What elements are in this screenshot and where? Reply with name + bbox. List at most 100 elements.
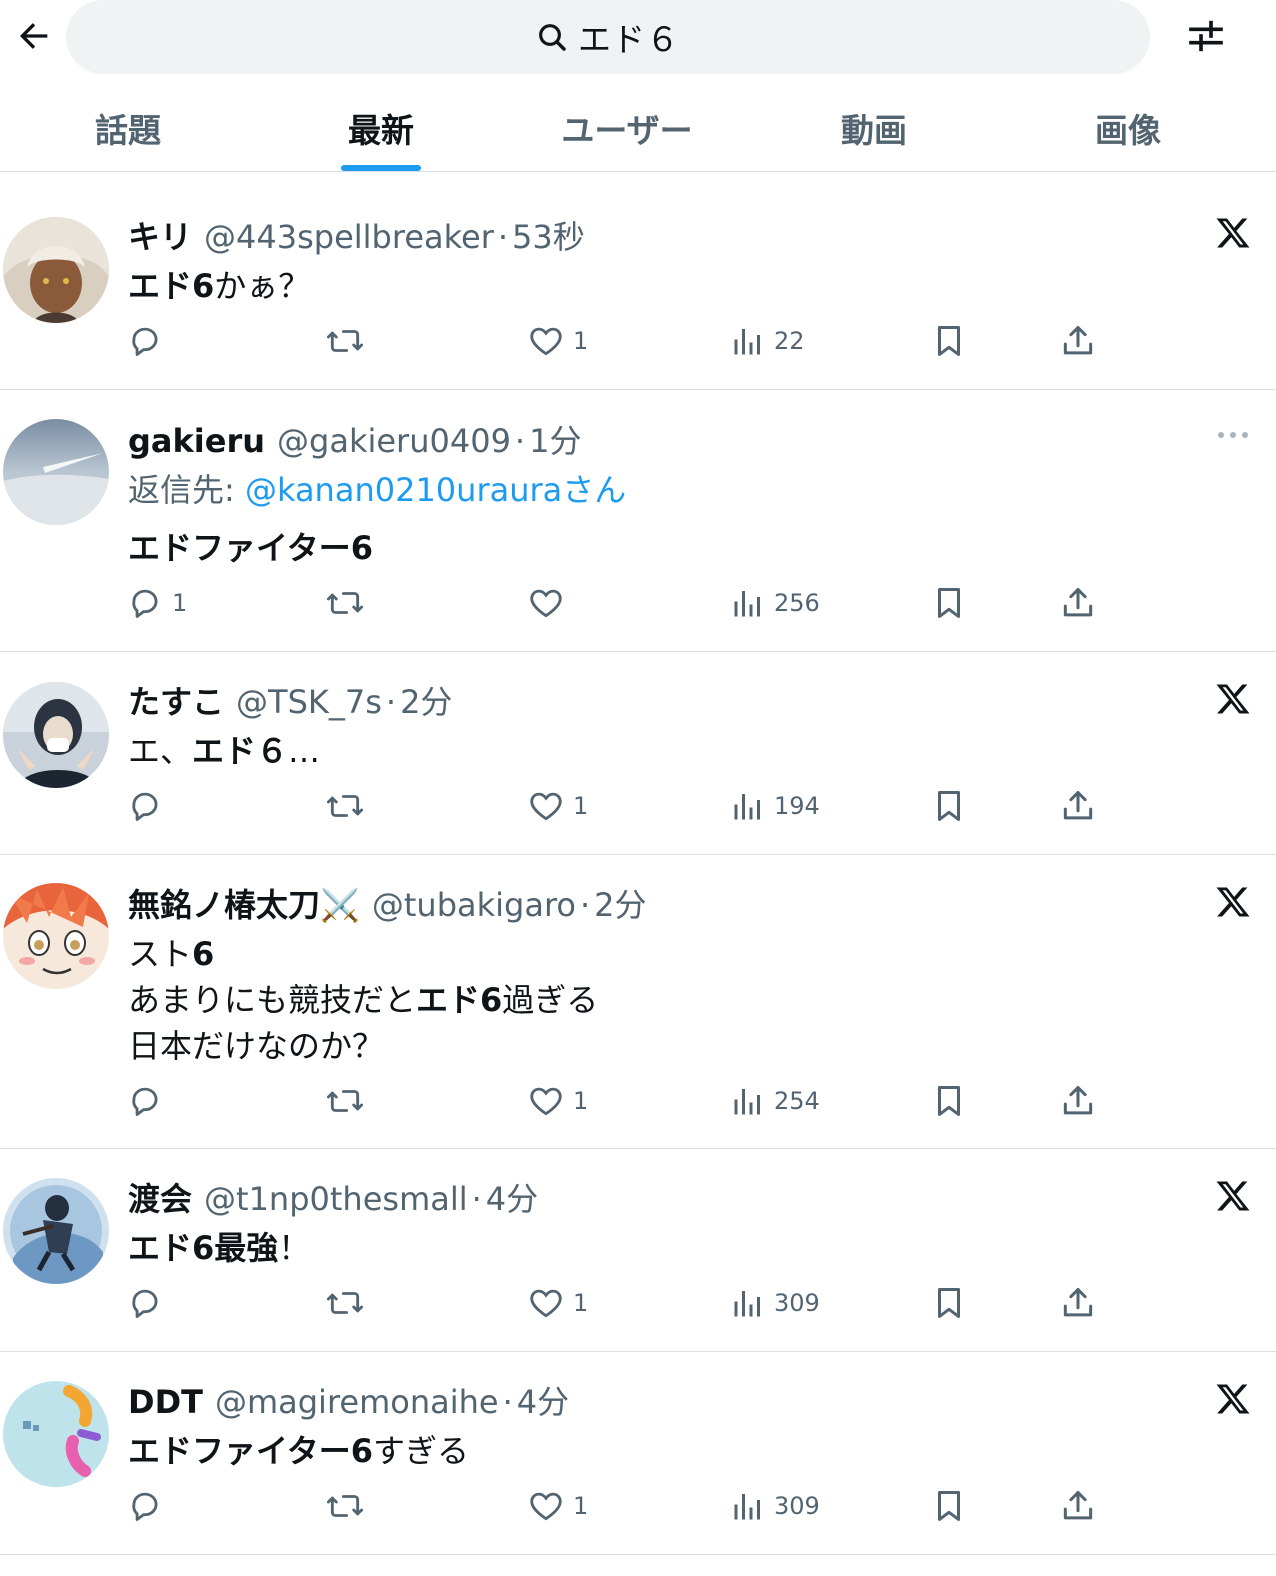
like-button[interactable]: 1 [527,1486,588,1526]
views-button[interactable]: 194 [730,786,820,826]
post[interactable]: gakieru @gakieru0409 · 1分 返信先: @kanan021… [0,390,1276,652]
views-button[interactable]: 256 [730,583,820,623]
reply-icon [132,1289,158,1318]
post[interactable]: DDT @magiremonaihe · 4分 エドファイター6すぎる 1 30… [0,1352,1276,1555]
like-button[interactable]: 1 [527,1283,588,1323]
views-button[interactable]: 22 [730,321,805,361]
avatar[interactable] [3,1381,109,1487]
views-button[interactable]: 254 [730,1081,820,1121]
reply-button[interactable] [126,786,172,826]
post-text: エドファイター6すぎる [128,1426,469,1472]
x-logo-button[interactable] [1208,1171,1258,1221]
repost-button[interactable] [326,1486,364,1526]
user-handle[interactable]: @tubakigaro [372,886,576,924]
x-logo-button[interactable] [1208,208,1258,258]
reply-count: 1 [172,589,188,617]
repost-button[interactable] [326,786,364,826]
post-text: エドファイター6 [128,523,373,569]
user-handle[interactable]: @gakieru0409 [277,422,511,460]
share-button[interactable] [1059,321,1097,361]
display-name[interactable]: 無銘ノ椿太刀⚔️ [128,880,360,926]
reply-button[interactable] [126,1486,172,1526]
like-count: 1 [573,1492,589,1520]
share-button[interactable] [1059,1081,1097,1121]
like-button[interactable]: 1 [527,321,588,361]
views-button[interactable]: 309 [730,1486,820,1526]
like-button[interactable] [527,583,573,623]
more-options-button[interactable] [1208,410,1258,460]
display-name[interactable]: 渡会 [128,1174,192,1220]
repost-button[interactable] [326,583,364,623]
post-text-pre: エ、 [128,732,193,770]
reply-icon [132,1492,158,1521]
share-button[interactable] [1059,786,1097,826]
post-time[interactable]: 4分 [517,1377,569,1423]
separator-dot: · [497,218,509,256]
active-tab-indicator [341,165,421,171]
post-time[interactable]: 4分 [486,1174,538,1220]
reply-button[interactable] [126,321,172,361]
search-filter-button[interactable] [1180,10,1232,62]
post-time[interactable]: 1分 [529,416,581,462]
display-name[interactable]: DDT [128,1383,203,1421]
repost-button[interactable] [326,321,364,361]
bookmark-button[interactable] [930,1081,968,1121]
reply-button[interactable]: 1 [126,583,187,623]
avatar[interactable] [3,217,109,323]
x-logo-button[interactable] [1208,877,1258,927]
heart-icon [530,589,562,618]
bookmark-button[interactable] [930,1486,968,1526]
post-time[interactable]: 53秒 [512,212,585,258]
tab-images[interactable]: 画像 [1028,84,1228,172]
bookmark-button[interactable] [930,786,968,826]
post-time[interactable]: 2分 [594,880,646,926]
bookmark-button[interactable] [930,1283,968,1323]
view-count: 254 [774,1087,820,1115]
post[interactable]: たすこ @TSK_7s · 2分 エ、エド６… 1 194 [0,652,1276,855]
reply-icon [132,1087,158,1116]
tab-trending[interactable]: 話題 [28,84,228,172]
like-count: 1 [573,1087,589,1115]
avatar[interactable] [3,682,109,788]
reply-button[interactable] [126,1081,172,1121]
post[interactable]: 無銘ノ椿太刀⚔️ @tubakigaro · 2分 スト6 あまりにも競技だとエ… [0,855,1276,1149]
share-button[interactable] [1059,1486,1097,1526]
search-tabs: 話題 最新 ユーザー 動画 画像 [0,84,1276,172]
share-button[interactable] [1059,1283,1097,1323]
post[interactable]: 渡会 @t1np0thesmall · 4分 エド6最強！ 1 309 [0,1149,1276,1352]
like-button[interactable]: 1 [527,786,588,826]
x-logo-icon [1216,1181,1250,1211]
post-actions: 1 254 [0,1081,1276,1121]
avatar[interactable] [3,883,109,989]
repost-button[interactable] [326,1081,364,1121]
bookmark-button[interactable] [930,583,968,623]
bookmark-button[interactable] [930,321,968,361]
user-handle[interactable]: @TSK_7s [236,683,382,721]
post-time[interactable]: 2分 [400,677,452,723]
reply-button[interactable] [126,1283,172,1323]
user-handle[interactable]: @443spellbreaker [204,218,494,256]
display-name[interactable]: たすこ [128,677,224,723]
post-text: エド6最強！ [128,1223,310,1269]
share-button[interactable] [1059,583,1097,623]
tab-videos[interactable]: 動画 [774,84,974,172]
views-button[interactable]: 309 [730,1283,820,1323]
post-header: キリ @443spellbreaker · 53秒 [128,212,585,258]
user-handle[interactable]: @magiremonaihe [215,1383,499,1421]
tab-latest[interactable]: 最新 [281,84,481,172]
display-name[interactable]: キリ [128,212,192,258]
x-logo-button[interactable] [1208,1374,1258,1424]
back-button[interactable] [8,10,60,62]
like-button[interactable]: 1 [527,1081,588,1121]
avatar[interactable] [3,419,109,525]
repost-button[interactable] [326,1283,364,1323]
tab-users[interactable]: ユーザー [527,84,727,172]
x-logo-button[interactable] [1208,674,1258,724]
post-text-line-2: あまりにも競技だとエド6過ぎる [128,975,598,1021]
display-name[interactable]: gakieru [128,422,265,460]
avatar[interactable] [3,1178,109,1284]
user-handle[interactable]: @t1np0thesmall [204,1180,468,1218]
search-input[interactable]: エド６ [66,0,1150,74]
reply-mention-link[interactable]: @kanan0210uraura [245,471,562,509]
post[interactable]: キリ @443spellbreaker · 53秒 エド6かぁ？ 1 22 [0,172,1276,390]
